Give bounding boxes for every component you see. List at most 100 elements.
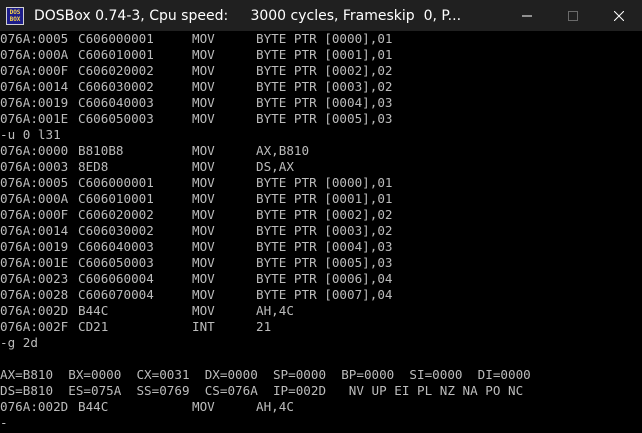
prompt-line[interactable]: - [0, 415, 642, 431]
instr-operand: AX,B810 [256, 143, 310, 158]
instr-opcode: MOV [192, 175, 215, 190]
disassembly-line: 076A:000F C606020002 MOV BYTE PTR [0002],02 [0, 63, 642, 79]
instr-code: C606050003 [78, 255, 154, 270]
instr-address: 076A:0023 [0, 271, 69, 286]
instr-address: 076A:000A [0, 191, 69, 206]
instr-address: 076A:0005 [0, 175, 69, 190]
instr-code: C606030002 [78, 79, 154, 94]
instr-address: 076A:002F [0, 319, 69, 334]
instr-address: 076A:000F [0, 63, 69, 78]
instr-code: B44C [78, 399, 109, 414]
instr-opcode: MOV [192, 47, 215, 62]
instr-code: C606030002 [78, 223, 154, 238]
close-button[interactable] [596, 0, 642, 31]
instr-opcode: MOV [192, 255, 215, 270]
disassembly-line: 076A:000A C606010001 MOV BYTE PTR [0001],01 [0, 47, 642, 63]
disassembly-line: 076A:0005 C606000001 MOV BYTE PTR [0000],01 [0, 175, 642, 191]
instr-address: 076A:0000 [0, 143, 69, 158]
disassembly-line: 076A:002D B44C MOV AH,4C [0, 303, 642, 319]
instr-operand: BYTE PTR [0001],01 [256, 191, 393, 206]
instr-address: 076A:002D [0, 303, 69, 318]
instr-opcode: MOV [192, 239, 215, 254]
disassembly-block-2: 076A:0000 B810B8 MOV AX,B810 076A:0003 8ED8 MO… [0, 143, 642, 335]
instr-code: C606070004 [78, 287, 154, 302]
instr-code: CD21 [78, 319, 109, 334]
command-line: -u 0 l31 [0, 127, 61, 142]
disassembly-block-1: 076A:0005 C606000001 MOV BYTE PTR [0000],01… [0, 31, 642, 127]
instr-address: 076A:0014 [0, 223, 69, 238]
minimize-button[interactable] [504, 0, 550, 31]
instr-address: 076A:001E [0, 255, 69, 270]
disassembly-line: 076A:001E C606050003 MOV BYTE PTR [0005],03 [0, 111, 642, 127]
command-line: -g 2d [0, 335, 38, 350]
disassembly-line: 076A:0005 C606000001 MOV BYTE PTR [0000],01 [0, 31, 642, 47]
instr-opcode: MOV [192, 95, 215, 110]
prompt: - [0, 415, 8, 430]
instr-operand: BYTE PTR [0001],01 [256, 47, 393, 62]
instr-opcode: MOV [192, 159, 215, 174]
instr-operand: AH,4C [256, 303, 294, 318]
instr-code: C606040003 [78, 239, 154, 254]
instr-operand: BYTE PTR [0004],03 [256, 95, 393, 110]
instr-code: C606060004 [78, 271, 154, 286]
instr-opcode: MOV [192, 223, 215, 238]
instr-opcode: MOV [192, 79, 215, 94]
instr-opcode: MOV [192, 63, 215, 78]
instr-operand: DS,AX [256, 159, 294, 174]
disassembly-line: 076A:002F CD21 INT 21 [0, 319, 642, 335]
instr-address: 076A:000A [0, 47, 69, 62]
instr-operand: AH,4C [256, 399, 294, 414]
instr-code: 8ED8 [78, 159, 109, 174]
instr-opcode: INT [192, 319, 215, 334]
mouse-cursor-icon [11, 418, 23, 428]
instr-operand: BYTE PTR [0003],02 [256, 223, 393, 238]
instr-address: 076A:0019 [0, 95, 69, 110]
instr-code: C606010001 [78, 191, 154, 206]
title-bar[interactable]: DOS BOX DOSBox 0.74-3, Cpu speed: 3000 c… [0, 0, 642, 31]
disassembly-line: 076A:0014 C606030002 MOV BYTE PTR [0003],02 [0, 223, 642, 239]
instr-operand: BYTE PTR [0002],02 [256, 63, 393, 78]
dosbox-app-icon[interactable]: DOS BOX [6, 6, 24, 25]
disassembly-line: 076A:0019 C606040003 MOV BYTE PTR [0004],03 [0, 239, 642, 255]
instr-operand: BYTE PTR [0006],04 [256, 271, 393, 286]
instr-address: 076A:0003 [0, 159, 69, 174]
instr-operand: BYTE PTR [0000],01 [256, 31, 393, 46]
disassembly-line: 076A:0028 C606070004 MOV BYTE PTR [0007],04 [0, 287, 642, 303]
instr-operand: BYTE PTR [0002],02 [256, 207, 393, 222]
instr-address: 076A:000F [0, 207, 69, 222]
instr-code: C606020002 [78, 63, 154, 78]
instr-code: C606010001 [78, 47, 154, 62]
instr-address: 076A:0005 [0, 31, 69, 46]
disassembly-line: 076A:000A C606010001 MOV BYTE PTR [0001],01 [0, 191, 642, 207]
disassembly-line: 076A:0019 C606040003 MOV BYTE PTR [0004],03 [0, 95, 642, 111]
instr-opcode: MOV [192, 207, 215, 222]
disassembly-line: 076A:0023 C606060004 MOV BYTE PTR [0006],04 [0, 271, 642, 287]
disassembly-line: 076A:000F C606020002 MOV BYTE PTR [0002],02 [0, 207, 642, 223]
instr-opcode: MOV [192, 287, 215, 302]
instr-operand: BYTE PTR [0007],04 [256, 287, 393, 302]
instr-operand: BYTE PTR [0003],02 [256, 79, 393, 94]
instr-address: 076A:002D [0, 399, 69, 414]
instr-operand: BYTE PTR [0000],01 [256, 175, 393, 190]
instr-operand: 21 [256, 319, 272, 334]
maximize-button[interactable] [550, 0, 596, 31]
flags-line: DS=B810 ES=075A SS=0769 CS=076A IP=002D … [0, 383, 524, 398]
instr-opcode: MOV [192, 303, 215, 318]
register-line: AX=B810 BX=0000 CX=0031 DX=0000 SP=0000 … [0, 367, 531, 382]
dos-console[interactable]: 076A:0005 C606000001 MOV BYTE PTR [0000],01… [0, 31, 642, 433]
instr-code: C606000001 [78, 175, 154, 190]
instr-address: 076A:0019 [0, 239, 69, 254]
instr-code: B810B8 [78, 143, 124, 158]
instr-opcode: MOV [192, 271, 215, 286]
disassembly-line: 076A:0000 B810B8 MOV AX,B810 [0, 143, 642, 159]
icon-text-bottom: BOX [9, 15, 21, 23]
minimize-icon [522, 15, 532, 16]
instr-opcode: MOV [192, 191, 215, 206]
dosbox-window: DOS BOX DOSBox 0.74-3, Cpu speed: 3000 c… [0, 0, 642, 433]
disassembly-line: 076A:001E C606050003 MOV BYTE PTR [0005],03 [0, 255, 642, 271]
icon-text-top: DOS [9, 8, 21, 16]
instr-operand: BYTE PTR [0005],03 [256, 255, 393, 270]
current-instruction: 076A:002D B44C MOV AH,4C [0, 399, 642, 415]
instr-code: B44C [78, 303, 109, 318]
instr-address: 076A:0014 [0, 79, 69, 94]
